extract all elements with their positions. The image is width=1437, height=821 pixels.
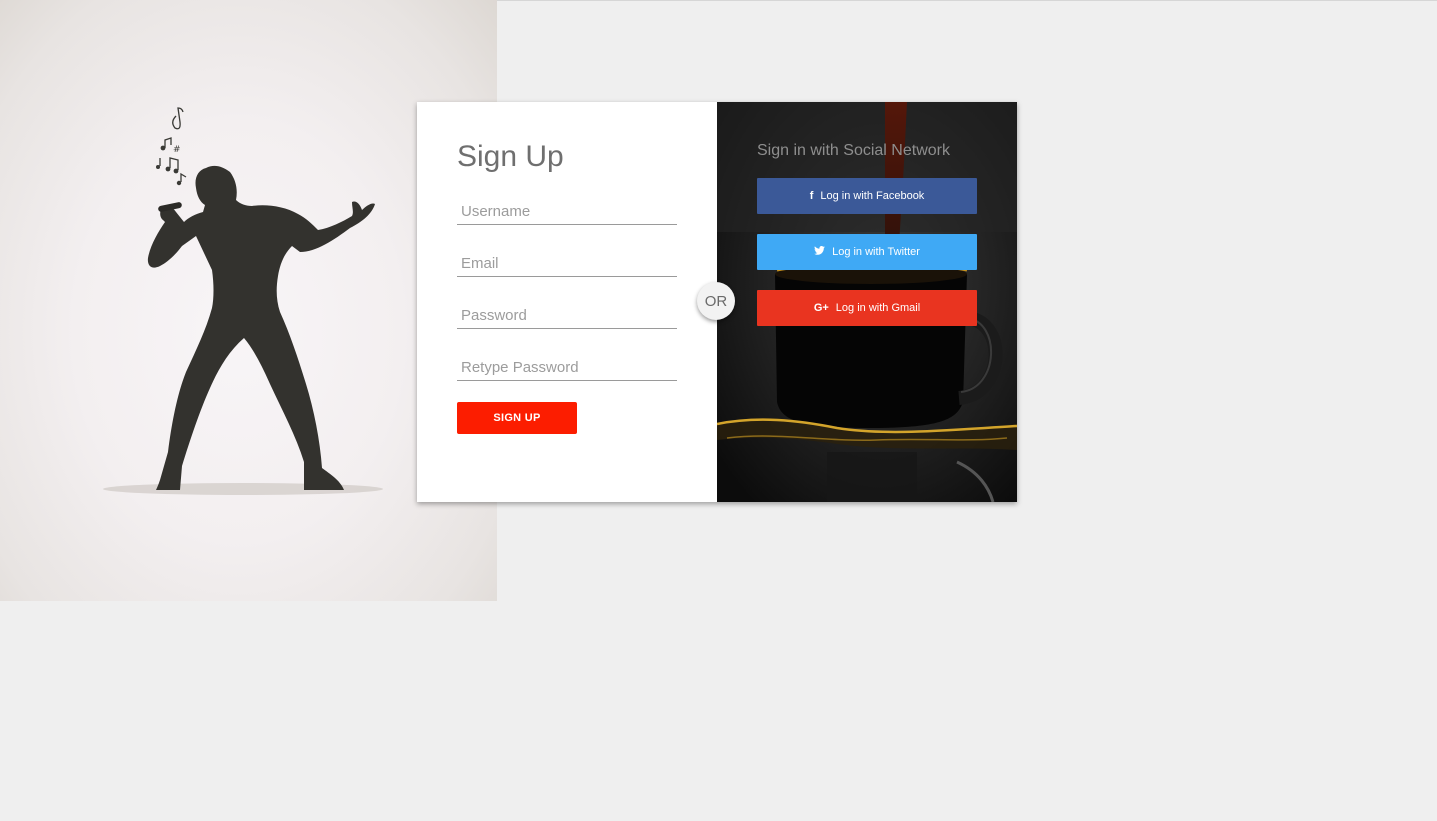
retype-password-field[interactable]	[457, 355, 677, 381]
social-network-title: Sign in with Social Network	[757, 142, 950, 159]
username-field[interactable]	[457, 199, 677, 225]
top-divider-line	[356, 0, 1437, 1]
twitter-icon	[814, 246, 825, 258]
social-login-panel: Sign in with Social Network f Log in wit…	[717, 102, 1017, 502]
or-divider-badge: OR	[697, 282, 735, 320]
signup-form-panel: Sign Up SIGN UP	[417, 102, 717, 502]
twitter-login-label: Log in with Twitter	[832, 246, 920, 258]
signup-card: Sign Up SIGN UP	[417, 102, 1017, 502]
twitter-login-button[interactable]: Log in with Twitter	[757, 234, 977, 270]
facebook-login-button[interactable]: f Log in with Facebook	[757, 178, 977, 214]
gmail-login-label: Log in with Gmail	[835, 302, 921, 314]
password-field[interactable]	[457, 303, 677, 329]
facebook-icon: f	[809, 190, 814, 202]
svg-text:#: #	[173, 145, 181, 155]
facebook-login-label: Log in with Facebook	[820, 190, 925, 202]
email-field[interactable]	[457, 251, 677, 277]
gmail-login-button[interactable]: G+ Log in with Gmail	[757, 290, 977, 326]
signup-title: Sign Up	[457, 140, 564, 173]
google-plus-icon: G+	[813, 302, 829, 314]
signup-button[interactable]: SIGN UP	[457, 402, 577, 434]
